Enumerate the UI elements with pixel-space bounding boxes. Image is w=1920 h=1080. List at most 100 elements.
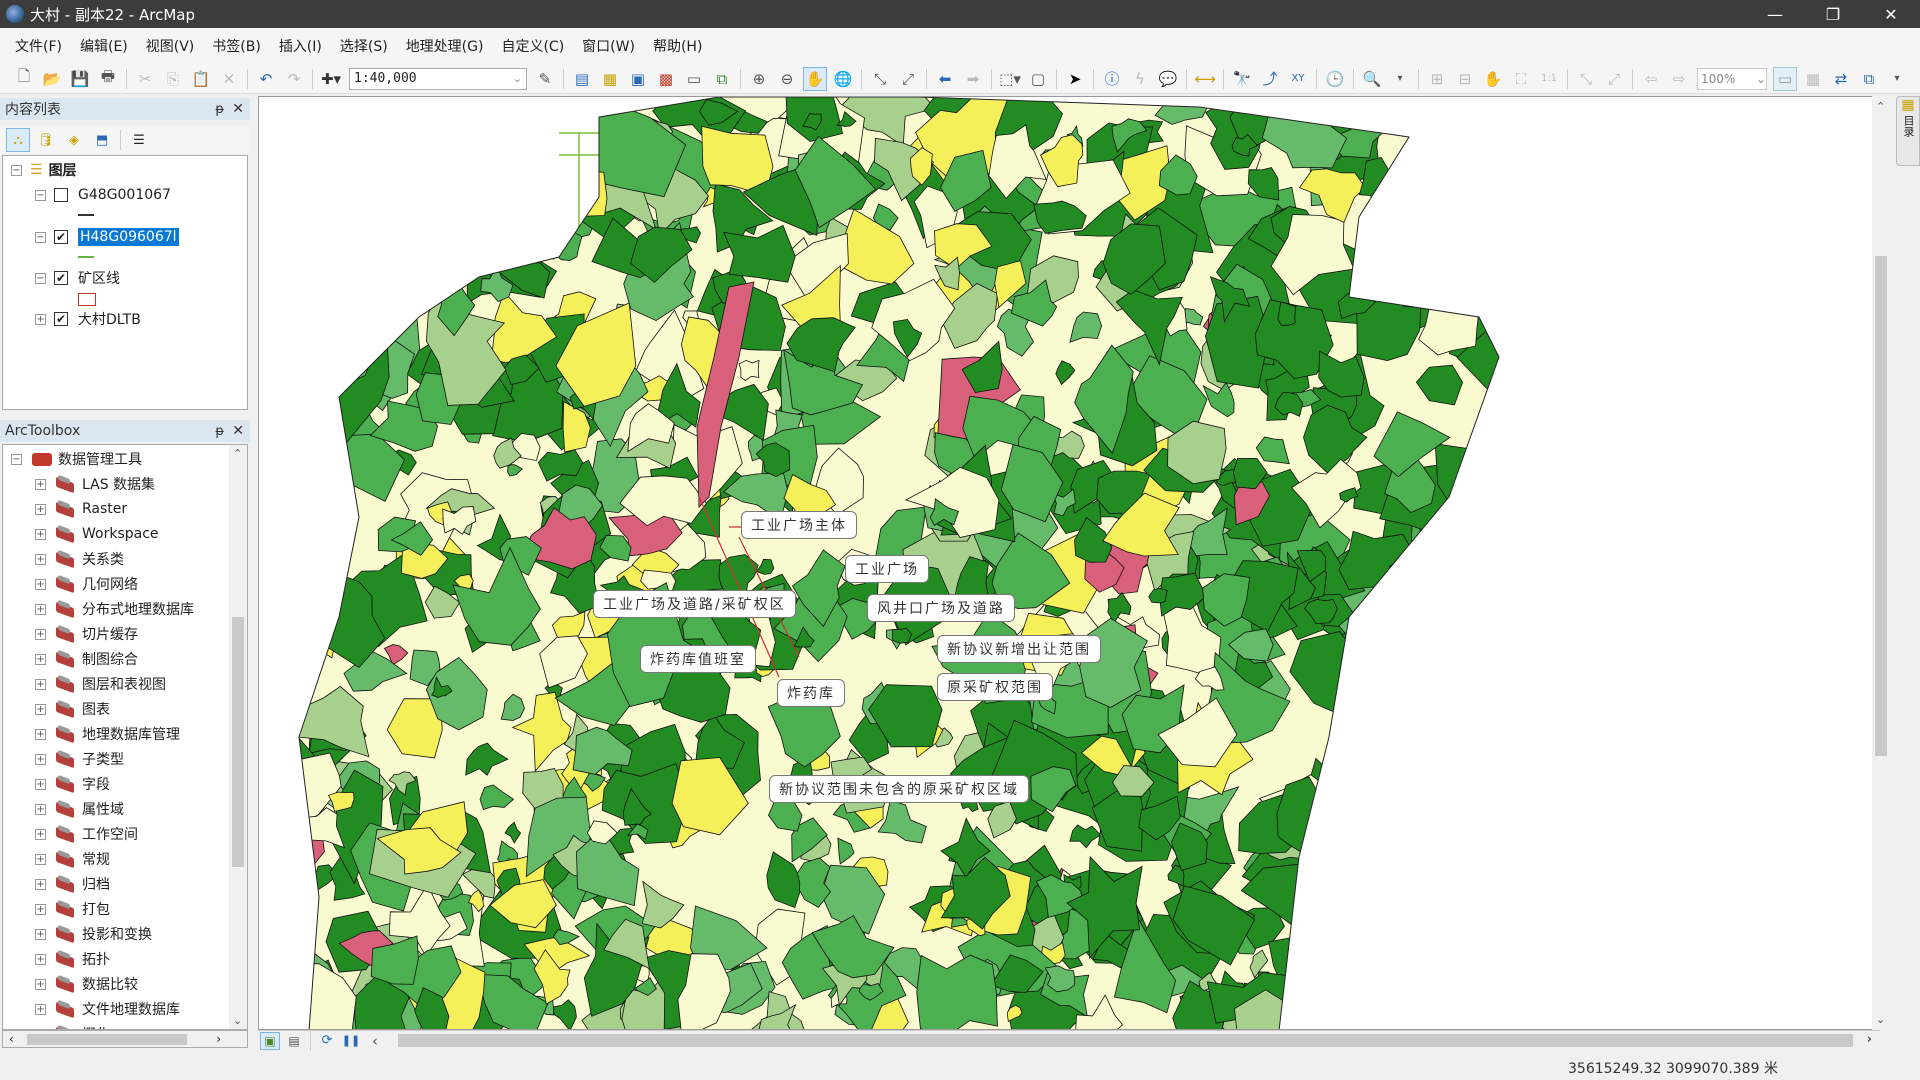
scroll-left-icon[interactable]: ‹ <box>9 1032 14 1046</box>
scrollbar-thumb[interactable] <box>1875 256 1887 756</box>
back-extent-icon[interactable]: ⬅ <box>933 67 957 91</box>
scroll-up-icon[interactable]: ⌃ <box>1876 100 1885 113</box>
layout-pan-icon[interactable]: ✋ <box>1481 67 1505 91</box>
collapse-icon[interactable]: − <box>35 189 46 201</box>
expand-icon[interactable]: + <box>35 703 46 715</box>
layer-name[interactable]: H48G096067l <box>78 228 179 246</box>
close-button[interactable]: ✕ <box>1862 0 1920 28</box>
hyperlink-icon[interactable]: ϟ <box>1128 67 1152 91</box>
expand-icon[interactable]: + <box>35 878 46 890</box>
select-elements-icon[interactable]: ➤ <box>1063 67 1087 91</box>
menu-edit[interactable]: 编辑(E) <box>71 36 137 56</box>
layer-visibility-checkbox[interactable]: ✔ <box>54 230 68 244</box>
toolset-item[interactable]: + 地理数据库管理 <box>35 724 180 744</box>
list-by-source-icon[interactable]: 🛢 <box>34 128 58 152</box>
toolset-item[interactable]: + 切片缓存 <box>35 624 138 644</box>
restore-button[interactable]: ❐ <box>1804 0 1862 28</box>
toolset-item[interactable]: + 分布式地理数据库 <box>35 599 194 619</box>
layout-back-icon[interactable]: ⇦ <box>1639 67 1663 91</box>
scroll-right-icon[interactable]: › <box>1867 1032 1872 1047</box>
expand-icon[interactable]: + <box>35 313 46 325</box>
zoom-100-icon[interactable]: 1:1 <box>1537 67 1561 91</box>
layout-view-icon[interactable]: ▤ <box>284 1032 304 1050</box>
layer-visibility-checkbox[interactable]: ✔ <box>54 312 68 326</box>
toolset-item[interactable]: + 图层和表视图 <box>35 674 166 694</box>
time-slider-icon[interactable]: 🕒 <box>1323 67 1347 91</box>
expand-icon[interactable]: + <box>35 928 46 940</box>
expand-icon[interactable]: + <box>35 503 46 515</box>
layout-zoom-out-icon[interactable]: ⊟ <box>1453 67 1477 91</box>
paste-icon[interactable]: 📋 <box>189 67 213 91</box>
pin-icon[interactable]: ᵽ <box>215 102 224 117</box>
pin-icon[interactable]: ᵽ <box>215 424 224 439</box>
expand-icon[interactable]: + <box>35 778 46 790</box>
expand-icon[interactable]: + <box>35 528 46 540</box>
collapse-icon[interactable]: − <box>35 272 46 284</box>
expand-icon[interactable]: + <box>35 828 46 840</box>
open-folder-icon[interactable]: 📂 <box>40 67 64 91</box>
change-layout-icon[interactable]: ⇄ <box>1829 67 1853 91</box>
expand-icon[interactable]: + <box>35 953 46 965</box>
map-scale-dropdown[interactable]: 1:40,000 ⌄ <box>349 67 527 90</box>
toc-layer-g48g001067[interactable]: − G48G001067 <box>35 185 171 205</box>
full-extent-icon[interactable]: 🌐 <box>831 67 855 91</box>
modelbuilder-icon[interactable]: ⧉ <box>710 67 734 91</box>
list-by-visibility-icon[interactable]: ◈ <box>62 128 86 152</box>
find-icon[interactable]: 🔭 <box>1230 67 1254 91</box>
layout-zoom-in-icon[interactable]: ⊞ <box>1425 67 1449 91</box>
clear-selection-icon[interactable]: ▢ <box>1026 67 1050 91</box>
layer-name[interactable]: 大村DLTB <box>78 309 141 329</box>
layout-fixed-zoom-in-icon[interactable]: ⤡ <box>1574 67 1598 91</box>
cut-icon[interactable]: ✂ <box>133 67 157 91</box>
editor-toolbar-icon[interactable]: ✎ <box>533 67 557 91</box>
save-icon[interactable]: 💾 <box>68 67 92 91</box>
find-route-icon[interactable]: ⤴ <box>1258 67 1282 91</box>
toolset-item[interactable]: + 属性域 <box>35 799 124 819</box>
pan-icon[interactable]: ✋ <box>803 66 827 91</box>
go-to-xy-icon[interactable]: XY <box>1286 67 1310 91</box>
search-window-icon[interactable]: ▣ <box>626 67 650 91</box>
toolset-item[interactable]: + 工作空间 <box>35 824 138 844</box>
toc-layer-mining-boundary[interactable]: − ✔ 矿区线 <box>35 268 120 288</box>
toolset-item[interactable]: + 打包 <box>35 899 110 919</box>
collapse-icon[interactable]: − <box>11 453 22 465</box>
toolset-item[interactable]: + 拓扑 <box>35 949 110 969</box>
toolset-item[interactable]: + 文件地理数据库 <box>35 999 180 1019</box>
create-viewer-icon[interactable]: 🔍 <box>1360 67 1384 91</box>
layout-zoom-dropdown[interactable]: 100% ⌄ <box>1697 67 1767 90</box>
list-by-drawing-order-icon[interactable]: ⛬ <box>6 128 30 152</box>
toolset-item[interactable]: + 制图综合 <box>35 649 138 669</box>
toolset-item[interactable]: + 常规 <box>35 849 110 869</box>
expand-icon[interactable]: + <box>35 1003 46 1015</box>
map-view[interactable]: 工业广场主体 工业广场 工业广场及道路/采矿权区 风井口广场及道路 新协议新增出… <box>258 96 1880 1030</box>
toolset-item[interactable]: + Workspace <box>35 524 159 544</box>
scroll-left-icon[interactable]: ‹ <box>365 1032 385 1050</box>
collapse-icon[interactable]: − <box>11 164 22 176</box>
copy-icon[interactable]: ⎘ <box>161 67 185 91</box>
html-popup-icon[interactable]: 💬 <box>1156 67 1180 91</box>
toolset-item[interactable]: + 归档 <box>35 874 110 894</box>
scrollbar-thumb[interactable] <box>27 1034 187 1045</box>
arctoolbox-window-icon[interactable]: ▩ <box>654 67 678 91</box>
add-data-icon[interactable]: ✚▾ <box>319 67 343 91</box>
zoom-whole-page-icon[interactable]: ⛶ <box>1509 67 1533 91</box>
expand-icon[interactable]: + <box>35 728 46 740</box>
scroll-right-icon[interactable]: › <box>216 1032 221 1046</box>
close-icon[interactable]: ✕ <box>232 101 244 117</box>
menu-bookmarks[interactable]: 书签(B) <box>203 36 270 56</box>
map-canvas[interactable] <box>259 97 1880 1030</box>
toggle-draft-mode-icon[interactable]: ▭ <box>1773 66 1797 91</box>
pause-drawing-icon[interactable]: ❚❚ <box>341 1032 361 1050</box>
toolset-item[interactable]: + 关系类 <box>35 549 124 569</box>
zoom-out-icon[interactable]: ⊖ <box>775 67 799 91</box>
layer-visibility-checkbox[interactable] <box>54 188 68 202</box>
scroll-down-icon[interactable]: ⌄ <box>233 1014 242 1027</box>
layer-name[interactable]: 矿区线 <box>78 268 120 288</box>
new-document-icon[interactable]: 🗋 <box>12 67 36 91</box>
menu-selection[interactable]: 选择(S) <box>331 36 397 56</box>
layer-name[interactable]: G48G001067 <box>78 187 171 203</box>
expand-icon[interactable]: + <box>35 678 46 690</box>
layer-visibility-checkbox[interactable]: ✔ <box>54 271 68 285</box>
expand-icon[interactable]: + <box>35 853 46 865</box>
collapse-icon[interactable]: − <box>35 231 46 243</box>
